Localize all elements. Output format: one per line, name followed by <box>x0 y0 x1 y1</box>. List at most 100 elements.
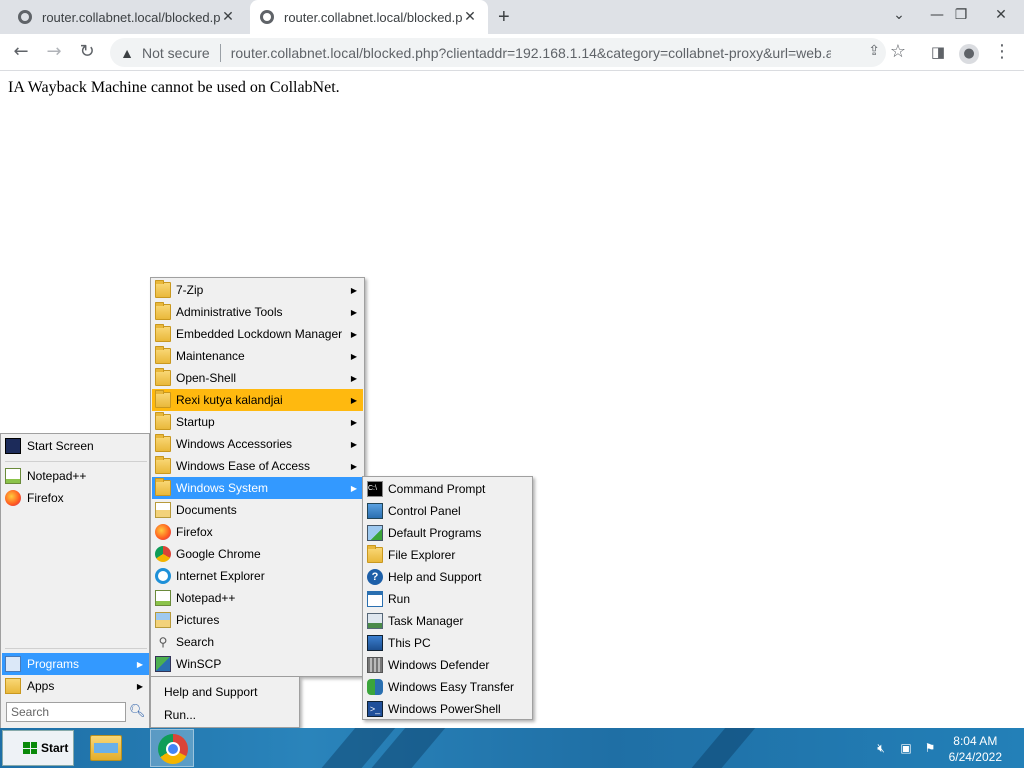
run-link[interactable]: Run... <box>164 708 196 722</box>
system-item-windows-easy-transfer[interactable]: Windows Easy Transfer <box>364 676 531 698</box>
documents-icon <box>155 502 171 518</box>
apps-icon <box>5 678 21 694</box>
browser-tab-2[interactable]: router.collabnet.local/blocked.php ✕ <box>250 0 488 34</box>
task-manager-icon <box>367 613 383 629</box>
system-item-this-pc[interactable]: This PC <box>364 632 531 654</box>
folder-icon <box>155 434 171 452</box>
run-icon <box>367 591 383 607</box>
start-menu-item-firefox[interactable]: Firefox <box>2 487 149 509</box>
menu-item-label: Open-Shell <box>176 371 237 385</box>
menu-item-label: Pictures <box>176 613 220 627</box>
close-icon[interactable]: ✕ <box>220 9 236 25</box>
start-menu-item-programs[interactable]: Programs ▶ <box>2 653 149 675</box>
system-item-default-programs[interactable]: Default Programs <box>364 522 531 544</box>
address-bar[interactable]: ▲ Not secure router.collabnet.local/bloc… <box>110 38 886 67</box>
system-item-task-manager[interactable]: Task Manager <box>364 610 531 632</box>
tab-search-icon[interactable]: ⌄ <box>882 0 916 30</box>
default-programs-icon <box>367 525 383 541</box>
file-explorer-taskbar-icon[interactable] <box>84 729 128 767</box>
menu-item-label: Windows System <box>176 481 269 495</box>
start-menu-item-start-screen[interactable]: Start Screen <box>2 435 149 457</box>
programs-item-open-shell[interactable]: Open-Shell ▶ <box>152 367 363 389</box>
menu-item-label: Run <box>388 592 411 606</box>
programs-item-notepad[interactable]: Notepad++ <box>152 587 363 609</box>
programs-item-firefox[interactable]: Firefox <box>152 521 363 543</box>
programs-item-maintenance[interactable]: Maintenance ▶ <box>152 345 363 367</box>
start-menu: Start Screen Notepad++ Firefox Programs … <box>0 433 150 728</box>
browser-tab-1[interactable]: router.collabnet.local/blocked.php ✕ <box>8 0 246 34</box>
programs-item-google-chrome[interactable]: Google Chrome <box>152 543 363 565</box>
system-item-control-panel[interactable]: Control Panel <box>364 500 531 522</box>
file-explorer-icon <box>367 545 383 563</box>
programs-item-search[interactable]: ⚲ Search <box>152 631 363 653</box>
start-menu-item-apps[interactable]: Apps ▶ <box>2 675 149 697</box>
window-close-icon[interactable]: ✕ <box>984 0 1018 30</box>
search-icon: ⚲ <box>158 635 168 649</box>
share-icon[interactable]: ⇪ <box>868 42 880 59</box>
notepad-plus-plus-icon <box>155 590 171 606</box>
start-menu-right-panel: Help and Support Run... <box>150 677 300 728</box>
start-label: Start <box>41 741 69 755</box>
chevron-right-icon: ▶ <box>350 483 357 493</box>
programs-item-rexi-kutya-kalandjai[interactable]: Rexi kutya kalandjai ▶ <box>152 389 363 411</box>
menu-item-label: Windows PowerShell <box>388 702 501 716</box>
profile-avatar-icon[interactable]: ● <box>957 40 981 64</box>
search-icon[interactable]: 🔍︎ <box>129 704 146 720</box>
start-search-input[interactable]: Search <box>6 702 126 722</box>
tab-title: router.collabnet.local/blocked.php <box>42 9 220 25</box>
start-button[interactable]: Start <box>2 730 74 766</box>
chrome-icon <box>155 546 171 562</box>
forward-icon[interactable]: → <box>42 40 66 64</box>
help-and-support-link[interactable]: Help and Support <box>164 685 257 699</box>
system-item-file-explorer[interactable]: File Explorer <box>364 544 531 566</box>
chevron-right-icon: ▶ <box>350 417 357 427</box>
system-clock[interactable]: 8:04 AM 6/24/2022 <box>949 733 1002 765</box>
volume-muted-icon[interactable]: 🔇︎ <box>873 741 889 757</box>
menu-kebab-icon[interactable]: ⋮ <box>990 40 1014 64</box>
menu-item-label: Rexi kutya kalandjai <box>176 393 283 407</box>
system-item-help-and-support[interactable]: ? Help and Support <box>364 566 531 588</box>
folder-icon <box>155 324 171 342</box>
firefox-icon <box>155 524 171 540</box>
bookmark-star-icon[interactable]: ☆ <box>886 40 910 64</box>
system-item-windows-defender[interactable]: Windows Defender <box>364 654 531 676</box>
chevron-right-icon: ▶ <box>136 659 143 669</box>
programs-item-pictures[interactable]: Pictures <box>152 609 363 631</box>
menu-item-label: Help and Support <box>388 570 482 584</box>
programs-item-embedded-lockdown-manager[interactable]: Embedded Lockdown Manager ▶ <box>152 323 363 345</box>
system-item-command-prompt[interactable]: C:\ Command Prompt <box>364 478 531 500</box>
system-item-run[interactable]: Run <box>364 588 531 610</box>
programs-item-startup[interactable]: Startup ▶ <box>152 411 363 433</box>
new-tab-icon[interactable]: + <box>498 6 510 29</box>
menu-item-label: Start Screen <box>27 439 94 453</box>
programs-item-windows-accessories[interactable]: Windows Accessories ▶ <box>152 433 363 455</box>
close-icon[interactable]: ✕ <box>462 9 478 25</box>
chevron-right-icon: ▶ <box>350 395 357 405</box>
programs-item-windows-ease-of-access[interactable]: Windows Ease of Access ▶ <box>152 455 363 477</box>
back-icon[interactable]: ← <box>9 40 33 64</box>
not-secure-label[interactable]: Not secure <box>142 45 210 61</box>
url-text[interactable]: router.collabnet.local/blocked.php?clien… <box>231 45 831 61</box>
start-screen-icon <box>5 438 21 454</box>
reload-icon[interactable]: ↻ <box>75 40 99 64</box>
warning-icon[interactable]: ▲ <box>118 45 136 61</box>
programs-item-winscp[interactable]: WinSCP <box>152 653 363 675</box>
folder-icon <box>155 478 171 496</box>
blocked-message: IA Wayback Machine cannot be used on Col… <box>8 79 340 96</box>
programs-item-windows-system[interactable]: Windows System ▶ <box>152 477 363 499</box>
network-icon[interactable]: ▣ <box>898 741 914 757</box>
programs-item-documents[interactable]: Documents <box>152 499 363 521</box>
menu-item-label: Windows Ease of Access <box>176 459 311 473</box>
chrome-taskbar-icon[interactable] <box>150 729 194 767</box>
menu-item-label: Apps <box>27 679 55 693</box>
system-item-windows-powershell[interactable]: >_ Windows PowerShell <box>364 698 531 720</box>
restore-icon[interactable]: ❐ <box>944 0 978 30</box>
programs-item-internet-explorer[interactable]: Internet Explorer <box>152 565 363 587</box>
pictures-icon <box>155 612 171 628</box>
start-menu-item-notepad[interactable]: Notepad++ <box>2 465 149 487</box>
menu-item-label: Windows Accessories <box>176 437 293 451</box>
action-center-icon[interactable]: ⚑ <box>922 741 938 757</box>
side-panel-icon[interactable]: ◨ <box>926 40 950 64</box>
programs-item-administrative-tools[interactable]: Administrative Tools ▶ <box>152 301 363 323</box>
programs-item-7zip[interactable]: 7-Zip ▶ <box>152 279 363 301</box>
